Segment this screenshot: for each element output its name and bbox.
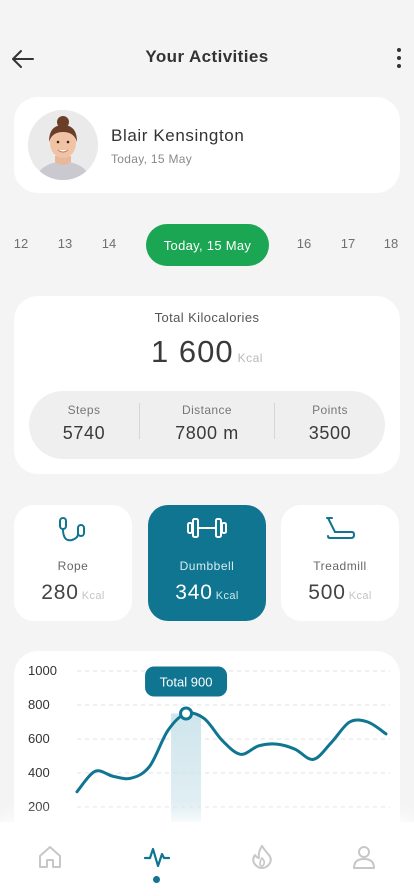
kcal-unit: Kcal [237, 351, 263, 365]
more-dots-icon [397, 48, 401, 52]
profile-icon [353, 846, 375, 869]
activity-icon [143, 847, 171, 868]
date-item-active[interactable]: Today, 15 May [146, 224, 269, 266]
kcal-value: 1 600 [151, 334, 234, 369]
nav-calories[interactable] [242, 844, 282, 884]
stat-value: 5740 [62, 423, 106, 443]
bottom-navigation [0, 822, 414, 896]
y-tick-label: 400 [28, 765, 50, 780]
activity-card-rope[interactable]: Rope 280 Kcal [14, 505, 132, 621]
activity-unit: Kcal [348, 590, 372, 602]
divider [139, 403, 140, 439]
date-item[interactable]: 18 [376, 236, 406, 251]
date-item[interactable]: 13 [50, 236, 80, 251]
date-item[interactable]: 17 [333, 236, 363, 251]
date-item[interactable]: 12 [6, 236, 36, 251]
date-item[interactable]: 16 [289, 236, 319, 251]
nav-profile[interactable] [344, 844, 384, 884]
jump-rope-icon [59, 517, 85, 542]
avatar-image [28, 110, 98, 180]
activity-name: Dumbbell [179, 559, 235, 573]
more-menu-button[interactable] [392, 44, 406, 72]
activity-value: 340 [175, 581, 213, 604]
activity-value: 280 [41, 581, 79, 604]
y-tick-label: 200 [28, 799, 50, 814]
highlight-point[interactable] [179, 706, 194, 721]
stat-value: 3500 [308, 423, 352, 443]
date-selector: 12 13 14 Today, 15 May 16 17 18 [0, 222, 414, 266]
home-icon [39, 846, 61, 868]
stats-summary: Steps 5740 Distance 7800 m Points 3500 [29, 391, 385, 459]
page-title: Your Activities [145, 47, 269, 66]
stat-distance: Distance 7800 m [152, 391, 262, 459]
flame-icon [252, 845, 272, 869]
avatar [28, 110, 98, 180]
active-tab-indicator [153, 876, 160, 883]
stat-label: Steps [67, 403, 101, 417]
kcal-label: Total Kilocalories [154, 310, 260, 325]
y-tick-label: 1000 [28, 663, 57, 678]
stat-value: 7800 m [175, 423, 239, 443]
activity-name: Treadmill [313, 559, 367, 573]
activity-unit: Kcal [81, 590, 105, 602]
kilocalories-card: Total Kilocalories 1 600 Kcal Steps 5740 … [14, 296, 400, 474]
stat-steps: Steps 5740 [29, 391, 139, 459]
activity-card-treadmill[interactable]: Treadmill 500 Kcal [281, 505, 399, 621]
y-tick-label: 800 [28, 697, 50, 712]
stat-label: Distance [182, 403, 232, 417]
activity-name: Rope [57, 559, 89, 573]
series-line [75, 711, 388, 794]
dumbbell-icon [187, 518, 227, 538]
activity-card-dumbbell[interactable]: Dumbbell 340 Kcal [148, 505, 266, 621]
profile-card[interactable]: Blair Kensington Today, 15 May [14, 97, 400, 193]
activity-value: 500 [308, 581, 346, 604]
chart-tooltip-label: Total 900 [160, 675, 213, 690]
kcal-total: 1 600 Kcal [14, 334, 400, 370]
y-tick-label: 600 [28, 731, 50, 746]
date-item[interactable]: 14 [94, 236, 124, 251]
nav-home[interactable] [30, 844, 70, 884]
stat-label: Points [312, 403, 348, 417]
profile-date: Today, 15 May [111, 152, 193, 166]
treadmill-icon [326, 517, 355, 539]
activity-unit: Kcal [215, 590, 239, 602]
stat-points: Points 3500 [275, 391, 385, 459]
profile-name: Blair Kensington [111, 126, 245, 145]
